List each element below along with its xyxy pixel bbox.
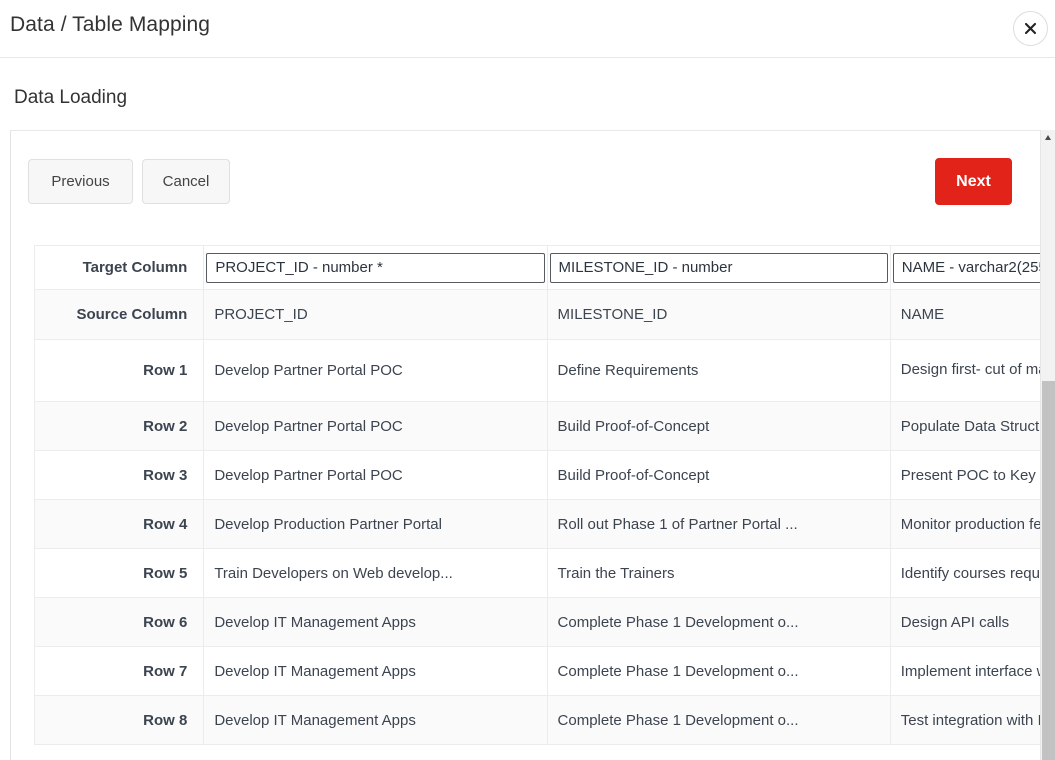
row-cell-text: Design first- cut of main Partner Portal… (900, 361, 1040, 379)
row-label: Row 6 (34, 597, 205, 647)
close-icon (1023, 21, 1038, 36)
table-row: Row 8 Develop IT Management Apps Complet… (34, 695, 1040, 745)
row-cell: Develop Partner Portal POC (203, 339, 548, 402)
table-row: Row 3 Develop Partner Portal POC Build P… (34, 450, 1040, 500)
table-row: Row 6 Develop IT Management Apps Complet… (34, 597, 1040, 647)
vertical-scrollbar[interactable] (1040, 130, 1055, 760)
row-label: Row 1 (34, 339, 205, 402)
row-cell: Implement interface with IT Planning (889, 646, 1040, 696)
target-column-input-2[interactable] (549, 252, 888, 283)
data-table-mapping-dialog: Data / Table Mapping Data Loading Previo… (0, 0, 1055, 760)
table-row: Row 7 Develop IT Management Apps Complet… (34, 646, 1040, 696)
table-row: Row 1 Develop Partner Portal POC Define … (34, 339, 1040, 402)
mapping-table: Target Column Source Column PR (34, 245, 1040, 745)
row-cell: Roll out Phase 1 of Partner Portal ... (546, 499, 891, 549)
cancel-button[interactable]: Cancel (142, 159, 230, 204)
row-cell: Monitor production feedback for Partner … (889, 499, 1040, 549)
row-label: Row 3 (34, 450, 205, 500)
wizard-button-bar: Previous Cancel Next (11, 131, 1040, 219)
dialog-titlebar: Data / Table Mapping (0, 0, 1055, 58)
target-column-label: Target Column (34, 245, 205, 290)
row-cell: Develop Partner Portal POC (203, 401, 548, 451)
mapping-panel: Previous Cancel Next Target Column PROJE… (10, 130, 1040, 760)
row-cell: Develop IT Management Apps (203, 597, 548, 647)
source-column-row: Source Column PROJECT_ID MILESTONE_ID NA… (34, 289, 1040, 340)
source-column-value-3: NAME (889, 289, 1040, 340)
row-cell: Define Requirements (546, 339, 891, 402)
row-cell: Develop IT Management Apps (203, 646, 548, 696)
scroll-up-icon[interactable] (1045, 135, 1051, 140)
row-cell: Develop Production Partner Portal (203, 499, 548, 549)
source-column-value-2: MILESTONE_ID (546, 289, 891, 340)
target-column-input-3[interactable] (892, 252, 1040, 283)
row-cell: Complete Phase 1 Development o... (546, 646, 891, 696)
row-label: Row 7 (34, 646, 205, 696)
row-cell: Train Developers on Web develop... (203, 548, 548, 598)
close-button[interactable] (1013, 11, 1048, 46)
row-label: Row 4 (34, 499, 205, 549)
table-row: Row 4 Develop Production Partner Portal … (34, 499, 1040, 549)
row-label: Row 5 (34, 548, 205, 598)
source-column-label: Source Column (34, 289, 205, 340)
page-title: Data / Table Mapping (10, 13, 211, 36)
row-cell: Develop IT Management Apps (203, 695, 548, 745)
scrollbar-thumb[interactable] (1042, 381, 1055, 760)
row-cell: Build Proof-of-Concept (546, 450, 891, 500)
target-column-cell-1[interactable] (203, 245, 548, 290)
row-cell: Build Proof-of-Concept (546, 401, 891, 451)
row-cell: Design API calls (889, 597, 1040, 647)
mapping-table-container: Target Column Source Column PR (34, 245, 1040, 745)
row-label: Row 2 (34, 401, 205, 451)
target-column-cell-3[interactable] (889, 245, 1040, 290)
previous-button[interactable]: Previous (28, 159, 133, 204)
target-column-cell-2[interactable] (546, 245, 891, 290)
row-label: Row 8 (34, 695, 205, 745)
row-cell: Identify courses required (889, 548, 1040, 598)
mapping-table-body: Target Column Source Column PR (34, 245, 1040, 745)
target-column-row: Target Column (34, 245, 1040, 290)
row-cell: Test integration with IT Planning (889, 695, 1040, 745)
row-cell: Complete Phase 1 Development o... (546, 695, 891, 745)
row-cell: Develop Partner Portal POC (203, 450, 548, 500)
row-cell: Train the Trainers (546, 548, 891, 598)
target-column-input-1[interactable] (206, 252, 545, 283)
row-cell: Populate Data Structures for Partner Por… (889, 401, 1040, 451)
next-button[interactable]: Next (935, 158, 1012, 205)
row-cell: Design first- cut of main Partner Portal… (889, 339, 1040, 402)
table-row: Row 2 Develop Partner Portal POC Build P… (34, 401, 1040, 451)
source-column-value-1: PROJECT_ID (203, 289, 548, 340)
table-row: Row 5 Train Developers on Web develop...… (34, 548, 1040, 598)
row-cell: Complete Phase 1 Development o... (546, 597, 891, 647)
wizard-step-title: Data Loading (14, 87, 128, 108)
row-cell: Present POC to Key Stakeholders (889, 450, 1040, 500)
wizard-subheader: Data Loading (0, 58, 1055, 130)
